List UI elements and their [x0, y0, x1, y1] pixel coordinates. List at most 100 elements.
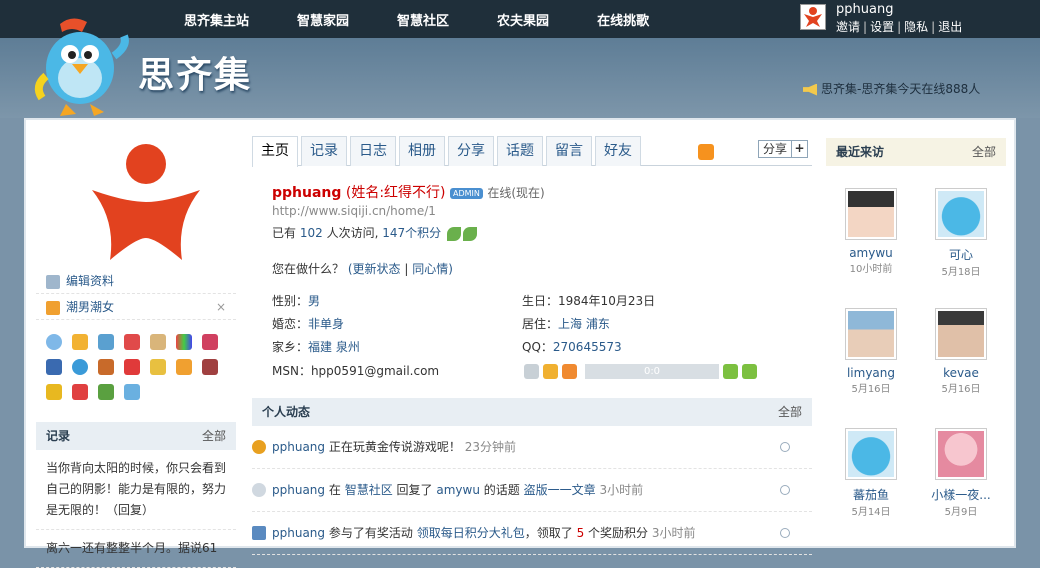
- player-progress[interactable]: 0:0: [585, 364, 719, 379]
- previous-icon[interactable]: [723, 364, 738, 379]
- nav-item-smart-home[interactable]: 智慧家园: [291, 0, 355, 38]
- game-app-icon[interactable]: [124, 359, 140, 375]
- share-button[interactable]: 分享 +: [758, 140, 808, 158]
- tab-friends[interactable]: 好友: [595, 136, 641, 166]
- logo-text[interactable]: 思齐集: [138, 46, 252, 98]
- user-avatar[interactable]: [800, 4, 826, 30]
- visitor-avatar[interactable]: [845, 428, 897, 480]
- records-more-link[interactable]: 全部: [202, 422, 226, 450]
- nav-item-smart-community[interactable]: 智慧社区: [391, 0, 455, 38]
- feed-user[interactable]: pphuang: [272, 526, 325, 540]
- admin-badge: ADMIN: [449, 187, 483, 199]
- gift-app-icon[interactable]: [150, 359, 166, 375]
- feed-event-link[interactable]: 领取每日积分大礼包: [417, 526, 525, 540]
- close-icon[interactable]: ×: [216, 294, 226, 320]
- nav-item-farmer-orchard[interactable]: 农夫果园: [491, 0, 555, 38]
- top-bar: 思齐集主站 智慧家园 智慧社区 农夫果园 在线挑歌 pphuang 邀请 | 设置 |…: [0, 0, 1040, 38]
- feed-more-link[interactable]: 全部: [778, 398, 802, 426]
- tab-home[interactable]: 主页: [252, 136, 298, 167]
- car-app-icon[interactable]: [202, 359, 218, 375]
- edit-profile-item[interactable]: 编辑资料: [36, 268, 236, 294]
- profile-url[interactable]: http://www.siqiji.cn/home/1: [272, 204, 436, 218]
- music-player: 0:0: [524, 364, 761, 379]
- invite-link[interactable]: 邀请: [836, 20, 860, 34]
- rss-icon[interactable]: [698, 144, 714, 160]
- chat-app-icon[interactable]: [46, 334, 62, 350]
- friends-app-icon[interactable]: [176, 359, 192, 375]
- delete-icon[interactable]: [780, 528, 790, 538]
- delete-icon[interactable]: [780, 442, 790, 452]
- reply-icon: [252, 483, 266, 497]
- hometown-field: 家乡：福建 泉州: [272, 340, 360, 354]
- tab-blog[interactable]: 日志: [350, 136, 396, 166]
- photo-app-icon[interactable]: [98, 334, 114, 350]
- visitor-card[interactable]: 蕃茄鱼 5月14日: [836, 428, 906, 518]
- profile-tabs: 主页 记录 日志 相册 分享 话题 留言 好友: [252, 136, 812, 167]
- palette-app-icon[interactable]: [176, 334, 192, 350]
- same-mood-link[interactable]: 同心情): [412, 262, 453, 276]
- pause-icon[interactable]: [543, 364, 558, 379]
- k-app-icon[interactable]: [72, 359, 88, 375]
- points-count: 147个积分: [382, 226, 442, 240]
- feed-target-link[interactable]: amywu: [436, 483, 480, 497]
- visitor-card[interactable]: kevae 5月16日: [926, 308, 996, 395]
- notebook-app-icon[interactable]: [72, 334, 88, 350]
- visitor-avatar[interactable]: [935, 308, 987, 360]
- leaf-icon: [462, 226, 477, 241]
- visitor-avatar[interactable]: [935, 188, 987, 240]
- tab-topics[interactable]: 话题: [497, 136, 543, 166]
- feed-user[interactable]: pphuang: [272, 440, 325, 454]
- feed-place-link[interactable]: 智慧社区: [345, 483, 393, 497]
- visitors-header: 最近来访 全部: [826, 138, 1006, 166]
- edit-profile-link[interactable]: 编辑资料: [66, 274, 114, 288]
- profile-username[interactable]: pphuang: [272, 185, 341, 201]
- right-column: 最近来访 全部 amywu 10小时前 可心 5月18日 limyang 5月16日 k…: [826, 138, 1006, 518]
- username[interactable]: pphuang: [836, 2, 893, 17]
- feed-user[interactable]: pphuang: [272, 483, 325, 497]
- feed-topic-link[interactable]: 盗版一一文章: [524, 483, 596, 497]
- nav-item-main-site[interactable]: 思齐集主站: [178, 0, 255, 38]
- movie-app-icon[interactable]: [46, 359, 62, 375]
- left-menu: 编辑资料 潮男潮女 ×: [36, 268, 236, 320]
- visitor-card[interactable]: limyang 5月16日: [836, 308, 906, 395]
- visitor-avatar[interactable]: [935, 428, 987, 480]
- visitors-more-link[interactable]: 全部: [972, 138, 996, 166]
- visitor-card[interactable]: 可心 5月18日: [926, 188, 996, 278]
- visitor-avatar[interactable]: [845, 188, 897, 240]
- next-icon[interactable]: [742, 364, 757, 379]
- play-icon[interactable]: [524, 364, 539, 379]
- residence-field: 居住：上海 浦东: [522, 317, 610, 331]
- profile-avatar[interactable]: [86, 130, 206, 270]
- paw-app-icon[interactable]: [98, 359, 114, 375]
- pet-app-icon[interactable]: [150, 334, 166, 350]
- record-item: 离六一还有整整半个月。据说61: [36, 530, 236, 568]
- privacy-link[interactable]: 隐私: [904, 20, 928, 34]
- plant-app-icon[interactable]: [98, 384, 114, 400]
- tab-records[interactable]: 记录: [301, 136, 347, 166]
- stop-icon[interactable]: [562, 364, 577, 379]
- mail-app-icon[interactable]: [72, 384, 88, 400]
- visitor-avatar[interactable]: [845, 308, 897, 360]
- trendy-app-item[interactable]: 潮男潮女 ×: [36, 294, 236, 320]
- profile-card-icon: [46, 274, 60, 289]
- feed-item: pphuang 在 智慧社区 回复了 amywu 的话题 盗版一一文章 3小时前: [252, 469, 812, 512]
- tab-messages[interactable]: 留言: [546, 136, 592, 166]
- flask-app-icon[interactable]: [124, 384, 140, 400]
- update-status-link[interactable]: (更新状态: [348, 262, 401, 276]
- delete-icon[interactable]: [780, 485, 790, 495]
- flower-app-icon[interactable]: [202, 334, 218, 350]
- logo-bird[interactable]: [32, 16, 132, 118]
- tab-album[interactable]: 相册: [399, 136, 445, 166]
- nav-item-online-songs[interactable]: 在线挑歌: [591, 0, 655, 38]
- qq-field: QQ：270645573: [522, 340, 622, 354]
- trendy-app-link[interactable]: 潮男潮女: [66, 300, 114, 314]
- logout-link[interactable]: 退出: [938, 20, 962, 34]
- feed-item: pphuang 正在玩黄金传说游戏呢！ 23分钟前: [252, 426, 812, 469]
- visitor-card[interactable]: 小樣一夜... 5月9日: [926, 428, 996, 518]
- visitor-card[interactable]: amywu 10小时前: [836, 188, 906, 275]
- tab-share[interactable]: 分享: [448, 136, 494, 166]
- coins-app-icon[interactable]: [46, 384, 62, 400]
- feed-box: 个人动态 全部 pphuang 正在玩黄金传说游戏呢！ 23分钟前 pphuang…: [252, 398, 812, 555]
- settings-link[interactable]: 设置: [870, 20, 894, 34]
- heart-app-icon[interactable]: [124, 334, 140, 350]
